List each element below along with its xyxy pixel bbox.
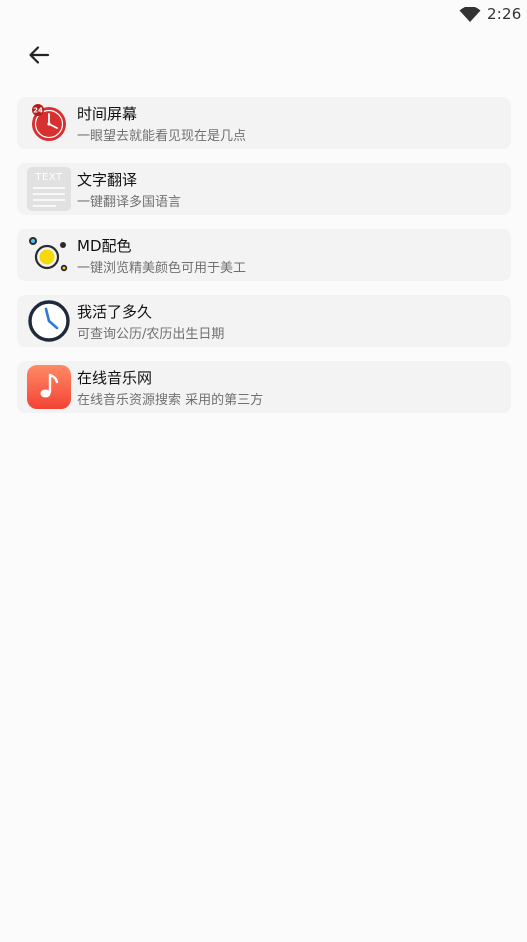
list-item-md-colors[interactable]: MD配色 一键浏览精美颜色可用于美工 (17, 229, 511, 281)
item-title: 文字翻译 (77, 171, 138, 189)
arrow-left-icon (29, 46, 50, 64)
wifi-icon (459, 7, 481, 22)
item-title: 我活了多久 (77, 303, 153, 321)
status-time: 2:26 (487, 5, 522, 23)
item-subtitle: 一键翻译多国语言 (77, 195, 182, 210)
clock-outline-icon (28, 300, 70, 342)
icon-text-label: TEXT (34, 172, 63, 183)
back-button[interactable] (22, 40, 56, 70)
item-title: 时间屏幕 (77, 105, 138, 123)
list-item-online-music[interactable]: 在线音乐网 在线音乐资源搜索 采用的第三方 (17, 361, 511, 413)
text-document-icon: TEXT (27, 167, 71, 211)
item-subtitle: 在线音乐资源搜索 采用的第三方 (77, 393, 264, 408)
item-title: MD配色 (77, 237, 132, 255)
status-bar: 2:26 (0, 0, 527, 30)
item-subtitle: 一键浏览精美颜色可用于美工 (77, 261, 247, 276)
color-orbit-icon (29, 237, 68, 272)
list-item-text-translate[interactable]: TEXT 文字翻译 一键翻译多国语言 (17, 163, 511, 215)
tool-list: 24 时间屏幕 一眼望去就能看见现在是几点 TEXT 文字翻译 一键翻译多国语言… (17, 97, 511, 427)
item-subtitle: 一眼望去就能看见现在是几点 (77, 129, 247, 144)
music-note-icon (27, 365, 71, 409)
red-clock-icon: 24 (32, 104, 66, 141)
item-title: 在线音乐网 (77, 369, 153, 387)
clock-badge: 24 (33, 107, 43, 115)
list-item-how-long-lived[interactable]: 我活了多久 可查询公历/农历出生日期 (17, 295, 511, 347)
item-subtitle: 可查询公历/农历出生日期 (77, 327, 225, 342)
list-item-time-screen[interactable]: 24 时间屏幕 一眼望去就能看见现在是几点 (17, 97, 511, 149)
